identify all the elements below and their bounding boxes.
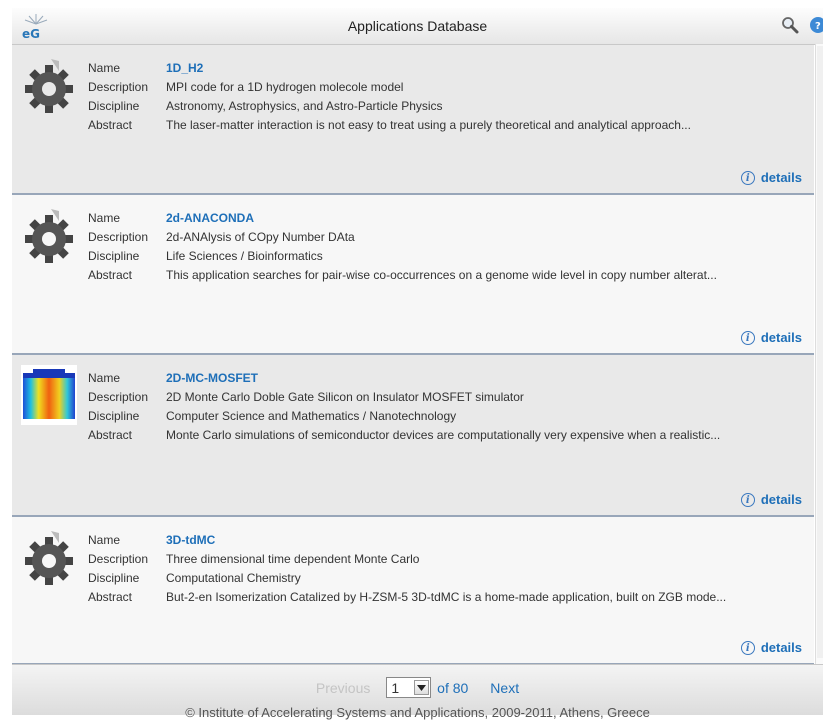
list-item[interactable]: Name 2D-MC-MOSFET Description 2D Monte Car… bbox=[12, 355, 814, 517]
list-item[interactable]: Name 3D-tdMC Description Three dimensional… bbox=[12, 517, 814, 665]
app-abstract: But-2-en Isomerization Catalized by H-ZS… bbox=[166, 590, 727, 604]
info-icon: i bbox=[740, 170, 755, 185]
name-label: Name bbox=[88, 211, 121, 225]
description-label: Description bbox=[88, 390, 149, 404]
app-abstract: This application searches for pair-wise … bbox=[166, 268, 717, 282]
gear-icon bbox=[25, 531, 73, 585]
svg-text:?: ? bbox=[815, 21, 821, 32]
details-label: details bbox=[760, 170, 802, 185]
name-label: Name bbox=[88, 61, 121, 75]
abstract-label: Abstract bbox=[88, 428, 133, 442]
app-description: 2D Monte Carlo Doble Gate Silicon on Ins… bbox=[166, 390, 524, 404]
app-description: 2d-ANAlysis of COpy Number DAta bbox=[166, 230, 355, 244]
app-description: Three dimensional time dependent Monte C… bbox=[166, 552, 420, 566]
page-select-value: 1 bbox=[391, 679, 400, 696]
app-discipline: Life Sciences / Bioinformatics bbox=[166, 249, 323, 263]
list-item[interactable]: Name 1D_H2 Description MPI code for a 1D h… bbox=[12, 45, 814, 195]
chevron-down-icon[interactable] bbox=[414, 680, 430, 695]
abstract-label: Abstract bbox=[88, 118, 133, 132]
footer: Previous 1 of 80 Next © Institute of Acc… bbox=[12, 664, 823, 720]
copyright: © Institute of Accelerating Systems and … bbox=[185, 705, 650, 720]
help-icon[interactable]: ? bbox=[807, 16, 823, 34]
name-label: Name bbox=[88, 371, 121, 385]
description-label: Description bbox=[88, 230, 149, 244]
applications-list: Name 1D_H2 Description MPI code for a 1D h… bbox=[12, 45, 814, 665]
app-name-link[interactable]: 3D-tdMC bbox=[166, 531, 804, 549]
app-name-link[interactable]: 1D_H2 bbox=[166, 59, 804, 77]
app-discipline: Computer Science and Mathematics / Nanot… bbox=[166, 409, 457, 423]
details-button[interactable]: i details bbox=[740, 330, 802, 345]
app-description: MPI code for a 1D hydrogen molecole mode… bbox=[166, 80, 404, 94]
discipline-label: Discipline bbox=[88, 249, 140, 263]
list-item[interactable]: Name 2d-ANACONDA Description 2d-ANAlysis o… bbox=[12, 195, 814, 355]
discipline-label: Discipline bbox=[88, 409, 140, 423]
discipline-label: Discipline bbox=[88, 571, 140, 585]
app-name-link[interactable]: 2d-ANACONDA bbox=[166, 209, 804, 227]
app-abstract: Monte Carlo simulations of semiconductor… bbox=[166, 428, 721, 442]
app-header: eG Applications Database ? bbox=[12, 8, 823, 45]
details-button[interactable]: i details bbox=[740, 640, 802, 655]
gear-icon bbox=[25, 59, 73, 113]
heatmap-thumbnail bbox=[21, 365, 77, 425]
name-label: Name bbox=[88, 533, 121, 547]
info-icon: i bbox=[740, 640, 755, 655]
previous-button[interactable]: Previous bbox=[316, 680, 370, 696]
page-title: Applications Database bbox=[347, 18, 488, 34]
description-label: Description bbox=[88, 552, 149, 566]
app-abstract: The laser-matter interaction is not easy… bbox=[166, 118, 691, 132]
pagination: Previous 1 of 80 Next bbox=[12, 677, 823, 698]
info-icon: i bbox=[740, 492, 755, 507]
abstract-label: Abstract bbox=[88, 590, 133, 604]
discipline-label: Discipline bbox=[88, 99, 140, 113]
details-label: details bbox=[760, 330, 802, 345]
app-name-link[interactable]: 2D-MC-MOSFET bbox=[166, 369, 804, 387]
app-discipline: Computational Chemistry bbox=[166, 571, 301, 585]
search-icon[interactable] bbox=[781, 16, 799, 34]
info-icon: i bbox=[740, 330, 755, 345]
scrollbar[interactable] bbox=[815, 44, 823, 664]
gear-icon bbox=[25, 209, 73, 263]
next-button[interactable]: Next bbox=[490, 680, 519, 696]
page-count: of 80 bbox=[437, 679, 469, 696]
app-discipline: Astronomy, Astrophysics, and Astro-Parti… bbox=[166, 99, 443, 113]
description-label: Description bbox=[88, 80, 149, 94]
details-button[interactable]: i details bbox=[740, 170, 802, 185]
details-label: details bbox=[760, 492, 802, 507]
abstract-label: Abstract bbox=[88, 268, 133, 282]
scrollbar-thumb[interactable] bbox=[817, 46, 823, 658]
details-label: details bbox=[760, 640, 802, 655]
details-button[interactable]: i details bbox=[740, 492, 802, 507]
page-select[interactable]: 1 bbox=[386, 677, 432, 698]
